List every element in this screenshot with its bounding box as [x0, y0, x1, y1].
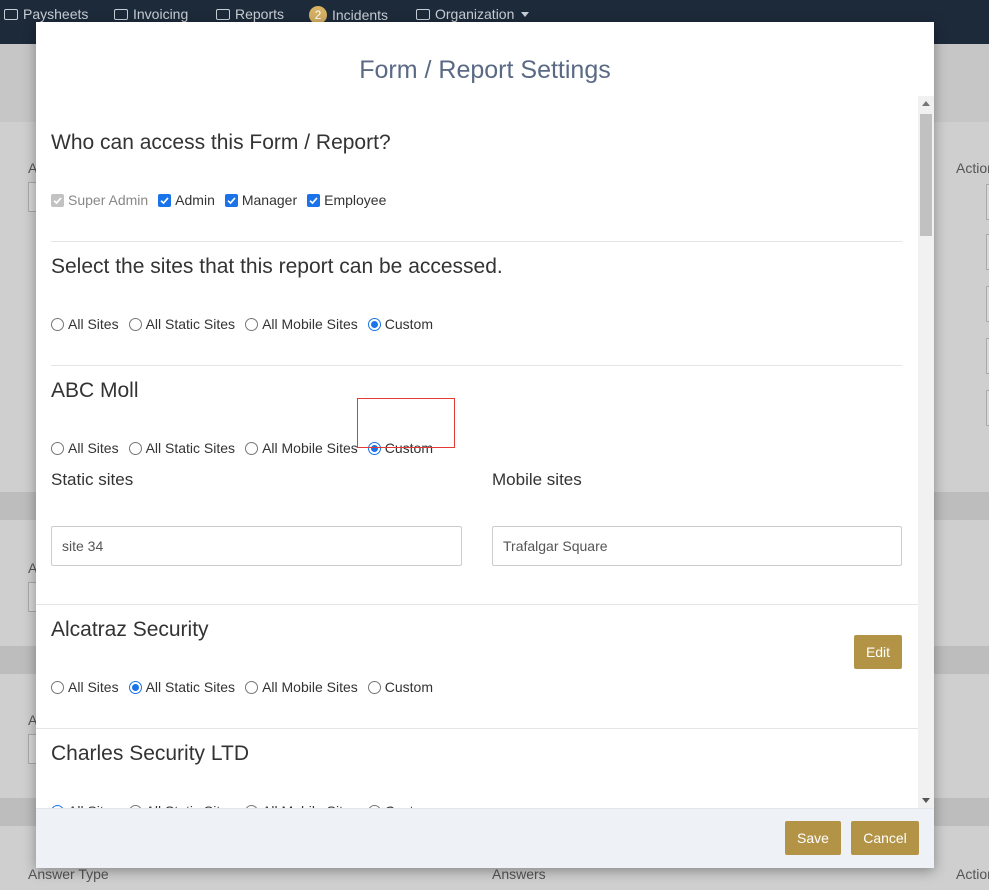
radio-unchecked-icon	[128, 441, 142, 455]
radio-unchecked-icon	[51, 680, 64, 694]
section-divider	[36, 604, 918, 605]
users-icon	[416, 8, 430, 20]
role-admin-checkbox[interactable]: Admin	[158, 192, 215, 208]
radio-unchecked-icon	[51, 317, 64, 331]
modal-title: Form / Report Settings	[359, 56, 611, 84]
radio-unchecked-icon	[245, 441, 259, 455]
table-icon	[216, 8, 230, 20]
checkbox-checked-icon	[224, 193, 238, 207]
abc-moll-all-static-sites-radio[interactable]: All Static Sites	[128, 440, 235, 456]
role-checkbox-group: Super Admin Admin Manager Employee	[51, 192, 396, 208]
alcatraz-all-sites-radio[interactable]: All Sites	[51, 679, 119, 695]
role-manager-checkbox[interactable]: Manager	[224, 192, 297, 208]
checkbox-checked-icon	[307, 193, 321, 207]
save-button[interactable]: Save	[785, 821, 841, 855]
sites-access-all-static-sites-radio[interactable]: All Static Sites	[128, 316, 235, 332]
section-divider	[51, 365, 902, 366]
sites-access-custom-radio[interactable]: Custom	[367, 316, 433, 332]
radio-unchecked-icon	[367, 680, 381, 694]
highlight-box	[357, 398, 455, 448]
checkbox-checked-icon	[158, 193, 172, 207]
radio-checked-icon	[367, 317, 381, 331]
role-employee-checkbox[interactable]: Employee	[307, 192, 386, 208]
modal-footer: Save Cancel	[36, 808, 934, 868]
radio-unchecked-icon	[245, 317, 259, 331]
nav-organization[interactable]: Organization	[416, 6, 530, 22]
company-name-alcatraz-security: Alcatraz Security	[51, 618, 209, 641]
scroll-down-arrow-icon[interactable]	[922, 798, 930, 803]
radio-unchecked-icon	[51, 441, 64, 455]
nav-reports[interactable]: Reports	[216, 6, 284, 22]
cancel-button[interactable]: Cancel	[851, 821, 919, 855]
mobile-sites-label: Mobile sites	[492, 470, 582, 489]
sites-access-heading: Select the sites that this report can be…	[51, 255, 503, 278]
role-super-admin-checkbox[interactable]: Super Admin	[51, 192, 148, 208]
mobile-sites-input[interactable]: Trafalgar Square	[492, 526, 902, 566]
company-name-charles-security: Charles Security LTD	[51, 742, 250, 765]
money-icon	[4, 8, 18, 20]
sites-access-all-mobile-sites-radio[interactable]: All Mobile Sites	[245, 316, 358, 332]
nav-invoicing[interactable]: Invoicing	[114, 6, 188, 22]
sites-access-all-sites-radio[interactable]: All Sites	[51, 316, 119, 332]
answers-label: Answers	[492, 866, 546, 882]
alcatraz-custom-radio[interactable]: Custom	[367, 679, 433, 695]
section-divider	[51, 241, 902, 242]
alcatraz-all-mobile-sites-radio[interactable]: All Mobile Sites	[245, 679, 358, 695]
background-field	[28, 734, 36, 764]
caret-down-icon	[521, 11, 530, 17]
scroll-thumb[interactable]	[920, 114, 932, 236]
abc-moll-all-sites-radio[interactable]: All Sites	[51, 440, 119, 456]
modal-scrollbar[interactable]	[918, 96, 934, 808]
access-heading: Who can access this Form / Report?	[51, 131, 391, 154]
radio-checked-icon	[128, 680, 142, 694]
background-action-label: Action	[956, 160, 989, 176]
abc-moll-all-mobile-sites-radio[interactable]: All Mobile Sites	[245, 440, 358, 456]
modal-body[interactable]: Who can access this Form / Report? Super…	[36, 96, 918, 808]
radio-unchecked-icon	[245, 680, 259, 694]
alcatraz-all-static-sites-radio[interactable]: All Static Sites	[128, 679, 235, 695]
static-sites-input[interactable]: site 34	[51, 526, 462, 566]
scroll-up-arrow-icon[interactable]	[922, 101, 930, 106]
radio-unchecked-icon	[128, 317, 142, 331]
background-field	[28, 182, 36, 212]
answer-type-label: Answer Type	[28, 866, 109, 882]
background-action-label: Action	[956, 866, 989, 882]
form-report-settings-modal: Form / Report Settings Who can access th…	[36, 22, 934, 868]
background-field	[28, 582, 36, 612]
nav-paysheets[interactable]: Paysheets	[4, 6, 88, 22]
company-name-abc-moll: ABC Moll	[51, 379, 139, 402]
alcatraz-edit-button[interactable]: Edit	[854, 635, 902, 669]
alcatraz-radio-group: All Sites All Static Sites All Mobile Si…	[51, 679, 443, 695]
section-divider	[36, 728, 918, 729]
sites-access-radio-group: All Sites All Static Sites All Mobile Si…	[51, 316, 443, 332]
invoice-icon	[114, 8, 128, 20]
static-sites-label: Static sites	[51, 470, 134, 489]
checkbox-checked-icon	[51, 193, 64, 207]
